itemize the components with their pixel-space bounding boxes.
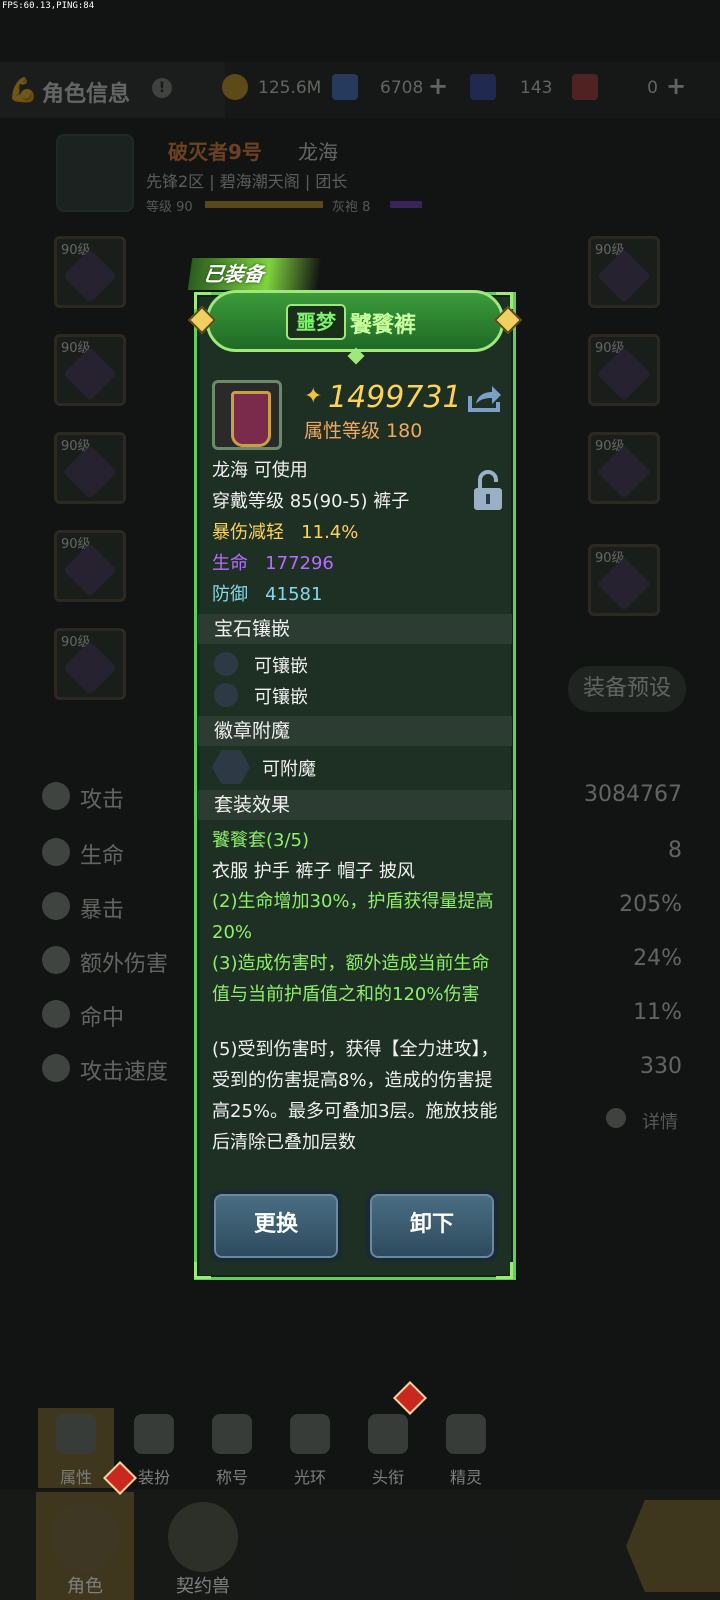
- spirit-icon: [446, 1414, 486, 1454]
- crown-icon: [212, 1414, 252, 1454]
- power-icon: ✦: [304, 384, 323, 409]
- lock-icon[interactable]: [472, 470, 504, 512]
- helmet-icon: [50, 1502, 120, 1572]
- tab-spirit[interactable]: 精灵: [428, 1408, 504, 1488]
- set-pieces: 衣服 护手 裤子 帽子 披风: [212, 861, 415, 882]
- item-power: 1499731: [328, 380, 462, 415]
- next-arrow-icon[interactable]: [626, 1500, 720, 1592]
- hanger-icon: [134, 1414, 174, 1454]
- badge-section-header: 徽章附魔: [198, 716, 512, 746]
- gem-section-header: 宝石镶嵌: [198, 614, 512, 644]
- tab-rank[interactable]: 头衔: [350, 1408, 426, 1488]
- set-bonus-5: (5)受到伤害时，获得【全力进攻】，受到的伤害提高8%，造成的伤害提高25%。最…: [212, 1039, 499, 1153]
- gem-slot-1: 可镶嵌: [254, 656, 308, 677]
- usable-by: 龙海 可使用: [212, 460, 308, 481]
- tab-titles[interactable]: 称号: [194, 1408, 270, 1488]
- stat-defense: 防御 41581: [212, 584, 323, 605]
- share-icon[interactable]: [468, 384, 502, 412]
- paw-icon: [168, 1502, 238, 1572]
- tab-attributes[interactable]: 属性: [38, 1408, 114, 1488]
- replace-button[interactable]: 更换: [210, 1190, 342, 1262]
- stat-hp: 生命 177296: [212, 553, 334, 574]
- badge-slot: 可附魔: [262, 759, 316, 780]
- unequip-button[interactable]: 卸下: [366, 1190, 498, 1262]
- equipped-badge: 已装备: [187, 258, 323, 290]
- set-bonus-2: (2)生命增加30%，护盾获得量提高20%: [212, 891, 494, 943]
- set-bonus-scroll[interactable]: (5)受到伤害时，获得【全力进攻】，受到的伤害提高8%，造成的伤害提高25%。最…: [212, 1034, 504, 1168]
- item-name: 饕餮裤: [350, 313, 417, 338]
- nav-contract-beast[interactable]: 契约兽: [154, 1492, 252, 1600]
- person-icon: [56, 1414, 96, 1454]
- set-section-header: 套装效果: [198, 790, 512, 820]
- skull-icon: [368, 1414, 408, 1454]
- gem-socket-icon[interactable]: [214, 683, 238, 707]
- stat-crit-reduce: 暴伤减轻 11.4%: [212, 522, 359, 543]
- gem-slot-2: 可镶嵌: [254, 687, 308, 708]
- gem-socket-icon[interactable]: [214, 652, 238, 676]
- halo-icon: [290, 1414, 330, 1454]
- wear-level: 穿戴等级 85(90-5) 裤子: [212, 491, 410, 512]
- pants-item-icon: [212, 380, 282, 450]
- set-bonus-3: (3)造成伤害时，额外造成当前生命值与当前护盾值之和的120%伤害: [212, 953, 490, 1005]
- attribute-level: 属性等级 180: [304, 420, 423, 442]
- nav-character[interactable]: 角色: [36, 1492, 134, 1600]
- quality-tag: 噩梦: [286, 304, 346, 340]
- tab-aura[interactable]: 光环: [272, 1408, 348, 1488]
- set-name: 饕餮套(3/5): [212, 830, 310, 851]
